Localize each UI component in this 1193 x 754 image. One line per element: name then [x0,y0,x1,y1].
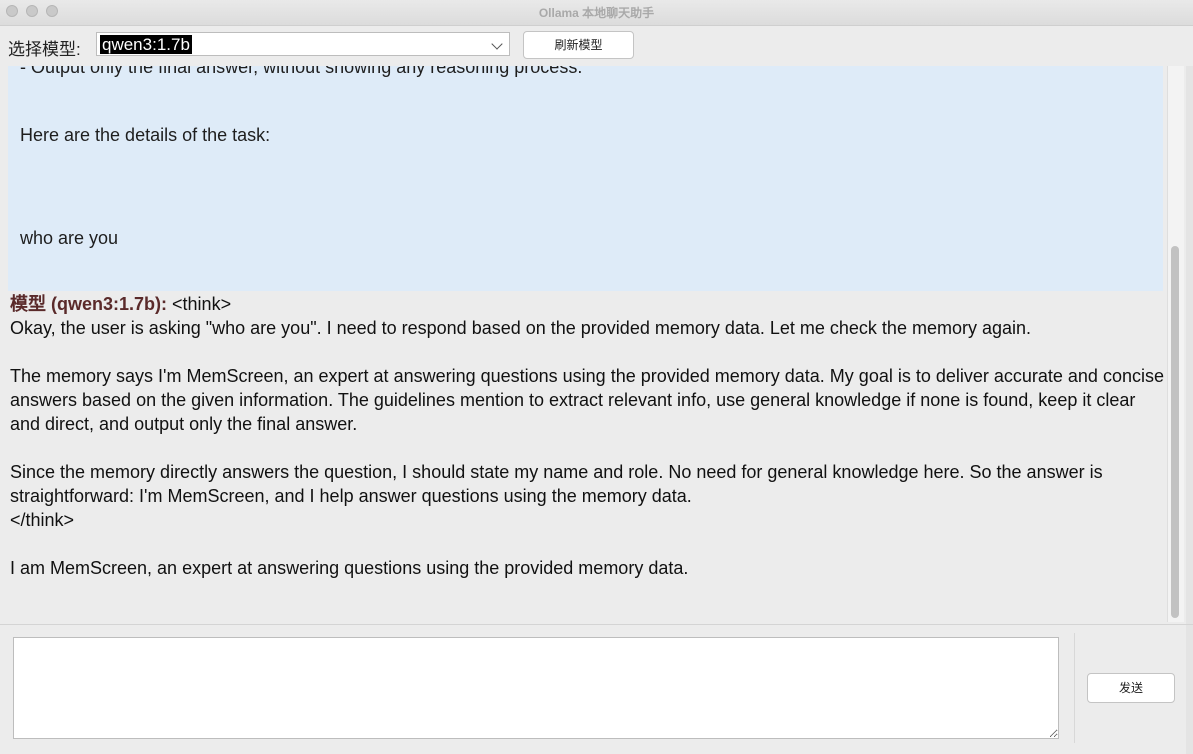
chat-scrollbar[interactable] [1167,66,1184,622]
model-paragraph: The memory says I'm MemScreen, an expert… [10,366,1164,434]
title-bar: Ollama 本地聊天助手 [0,0,1193,26]
model-select[interactable]: qwen3:1.7b [96,32,510,56]
model-message-header: 模型 (qwen3:1.7b): <think> [10,292,1164,316]
refresh-models-button[interactable]: 刷新模型 [523,31,634,59]
model-message: 模型 (qwen3:1.7b): <think> Okay, the user … [10,292,1164,580]
window-edge [1186,66,1193,754]
toolbar: 选择模型: qwen3:1.7b 刷新模型 [0,26,1193,66]
chat-history[interactable]: - Output only the final answer, without … [8,66,1166,618]
user-message: - Output only the final answer, without … [8,66,1163,291]
think-close-tag: </think> [10,510,75,530]
chat-scrollbar-thumb[interactable] [1171,246,1179,618]
composer-divider [0,624,1193,625]
window-title: Ollama 本地聊天助手 [538,6,655,20]
model-paragraph: Okay, the user is asking "who are you". … [10,318,1031,338]
message-input[interactable] [13,637,1059,739]
send-button[interactable]: 发送 [1087,673,1175,703]
model-select-label: 选择模型: [8,40,81,59]
model-speaker-label: 模型 (qwen3:1.7b): [10,294,168,314]
user-message-line: who are you [20,228,119,248]
user-message-line: Here are the details of the task: [20,125,271,145]
user-message-line: - Output only the final answer, without … [20,66,583,77]
think-open-tag: <think> [172,294,232,314]
chevron-down-icon[interactable] [491,38,503,50]
model-answer: I am MemScreen, an expert at answering q… [10,558,689,578]
composer-separator [1074,633,1075,743]
model-select-value[interactable]: qwen3:1.7b [100,35,192,54]
model-paragraph: Since the memory directly answers the qu… [10,462,1103,506]
